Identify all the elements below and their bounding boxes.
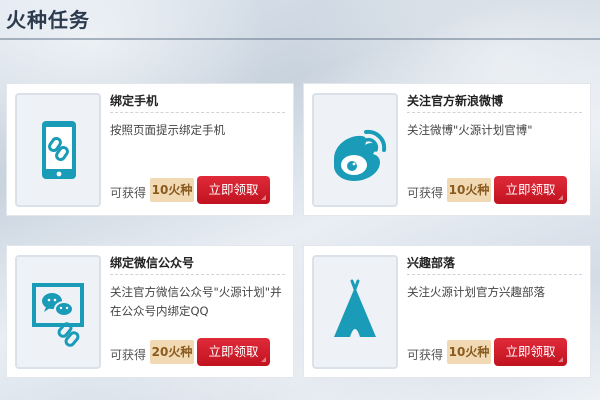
task-title: 绑定手机 xyxy=(110,94,159,108)
reward-badge: 10火种 xyxy=(447,178,491,202)
task-card-follow-weibo: 关注官方新浪微博 关注微博"火源计划官博" 可获得 10火种 立即领取 xyxy=(303,83,591,216)
reward-badge: 20火种 xyxy=(150,340,194,364)
phone-link-icon xyxy=(15,93,101,207)
task-description: 按照页面提示绑定手机 xyxy=(110,123,225,137)
task-description: 关注火源计划官方兴趣部落 xyxy=(407,285,545,299)
task-card-interest-tribe: 兴趣部落 关注火源计划官方兴趣部落 可获得 10火种 立即领取 xyxy=(303,245,591,378)
claim-button[interactable]: 立即领取 xyxy=(494,176,567,204)
task-title: 关注官方新浪微博 xyxy=(407,94,504,108)
page-title: 火种任务 xyxy=(6,8,90,32)
divider xyxy=(110,112,285,113)
task-title: 兴趣部落 xyxy=(407,256,456,270)
reward-label: 可获得 xyxy=(110,348,147,362)
reward-badge: 10火种 xyxy=(447,340,491,364)
claim-button[interactable]: 立即领取 xyxy=(197,176,270,204)
wechat-icon xyxy=(15,255,101,369)
task-description: 关注官方微信公众号"火源计划"并在公众号内绑定QQ xyxy=(110,285,282,318)
reward-label: 可获得 xyxy=(407,186,444,200)
claim-button[interactable]: 立即领取 xyxy=(197,338,270,366)
claim-button[interactable]: 立即领取 xyxy=(494,338,567,366)
task-title: 绑定微信公众号 xyxy=(110,256,195,270)
divider xyxy=(110,274,285,275)
task-card-bind-phone: 绑定手机 按照页面提示绑定手机 可获得 10火种 立即领取 xyxy=(6,83,294,216)
weibo-icon xyxy=(312,93,398,207)
reward-label: 可获得 xyxy=(407,348,444,362)
reward-badge: 10火种 xyxy=(150,178,194,202)
reward-label: 可获得 xyxy=(110,186,147,200)
divider xyxy=(407,112,582,113)
task-card-bind-wechat: 绑定微信公众号 关注官方微信公众号"火源计划"并在公众号内绑定QQ 可获得 20… xyxy=(6,245,294,378)
divider xyxy=(407,274,582,275)
title-divider xyxy=(0,38,600,40)
tent-icon xyxy=(312,255,398,369)
task-description: 关注微博"火源计划官博" xyxy=(407,123,533,137)
